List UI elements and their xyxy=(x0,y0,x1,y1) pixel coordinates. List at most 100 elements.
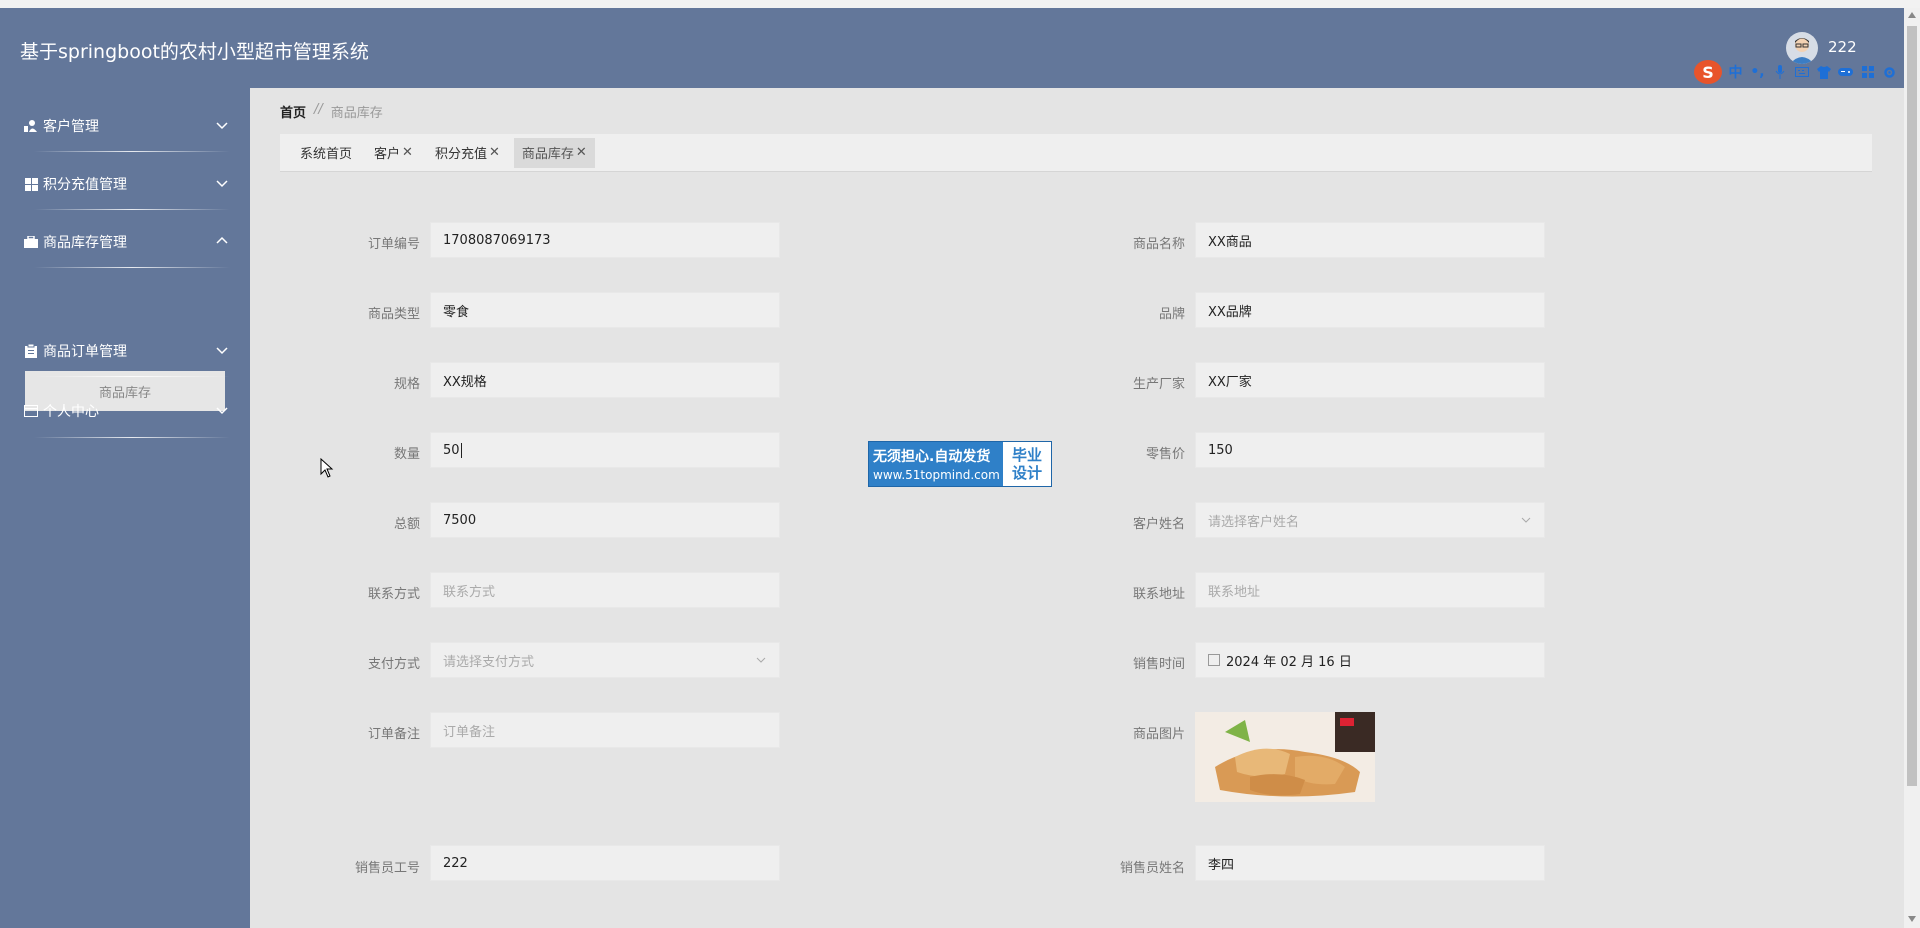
breadcrumb-home[interactable]: 首页 xyxy=(280,102,306,121)
spec-field[interactable]: XX规格 xyxy=(430,362,780,398)
watermark-line1: 无须担心.自动发货 xyxy=(873,449,991,465)
product-name-value: XX商品 xyxy=(1208,234,1252,250)
total-field[interactable]: 7500 xyxy=(430,502,780,538)
order-no-value: 1708087069173 xyxy=(443,232,551,248)
remark-field[interactable]: 订单备注 xyxy=(430,712,780,748)
tab-label: 商品库存 xyxy=(521,147,574,162)
sidebar-item-points[interactable]: 积分充值管理 xyxy=(24,169,230,199)
chevron-down-icon xyxy=(216,180,228,188)
sidebar-item-profile[interactable]: 个人中心 xyxy=(24,396,230,426)
contact-field[interactable]: 联系方式 xyxy=(430,572,780,608)
sale-time-picker[interactable]: 2024 年 02 月 16 日 xyxy=(1195,642,1545,678)
tab-label: 系统首页 xyxy=(300,147,353,162)
quantity-value: 50 xyxy=(443,442,460,458)
manufacturer-field[interactable]: XX厂家 xyxy=(1195,362,1545,398)
retail-price-value: 150 xyxy=(1208,442,1233,458)
browser-top-strip xyxy=(0,0,1920,8)
seller-id-field[interactable]: 222 xyxy=(430,845,780,881)
tab-home[interactable]: 系统首页 xyxy=(292,138,360,168)
address-label: 联系地址 xyxy=(1132,587,1185,602)
seller-name-label: 销售员姓名 xyxy=(1119,861,1185,876)
order-no-field[interactable]: 1708087069173 xyxy=(430,222,780,258)
tab-bar: 系统首页 客户 ✕ 积分充值 ✕ 商品库存 ✕ xyxy=(280,134,1872,172)
payment-select[interactable]: 请选择支付方式 xyxy=(430,642,780,678)
payment-placeholder: 请选择支付方式 xyxy=(443,654,535,670)
sidebar-item-label: 商品订单管理 xyxy=(43,344,127,360)
contact-label: 联系方式 xyxy=(367,587,420,602)
chevron-down-icon xyxy=(1521,517,1531,523)
top-header: 基于springboot的农村小型超市管理系统 222 xyxy=(0,8,1904,88)
breadcrumb-separator: // xyxy=(314,102,323,117)
menu-divider xyxy=(34,151,230,152)
menu-divider xyxy=(34,209,230,210)
sidebar-item-orders[interactable]: 商品订单管理 xyxy=(24,336,230,366)
keyboard-icon[interactable] xyxy=(1793,64,1810,81)
customer-name-select[interactable]: 请选择客户姓名 xyxy=(1195,502,1545,538)
product-image[interactable] xyxy=(1195,712,1375,802)
text-cursor xyxy=(460,442,462,458)
ime-toolbar: S 中 •, xyxy=(1694,60,1898,84)
spec-value: XX规格 xyxy=(443,374,487,390)
sidebar-item-label: 个人中心 xyxy=(43,404,99,420)
close-icon[interactable]: ✕ xyxy=(489,145,500,160)
total-value: 7500 xyxy=(443,512,477,528)
customer-name-label: 客户姓名 xyxy=(1132,517,1185,532)
close-icon[interactable]: ✕ xyxy=(576,145,587,160)
grid-icon xyxy=(24,177,38,191)
chevron-down-icon xyxy=(216,407,228,415)
punctuation-icon[interactable]: •, xyxy=(1749,64,1766,81)
gamepad-icon[interactable] xyxy=(1837,64,1854,81)
ime-logo-icon[interactable]: S xyxy=(1694,60,1722,84)
sidebar-item-customer[interactable]: 客户管理 xyxy=(24,111,230,141)
menu-divider xyxy=(34,376,230,377)
product-name-label: 商品名称 xyxy=(1132,237,1185,252)
brand-value: XX品牌 xyxy=(1208,304,1252,320)
sidebar-item-inventory[interactable]: 商品库存管理 xyxy=(24,227,230,257)
ime-mode-toggle[interactable]: 中 xyxy=(1727,64,1744,81)
page-scrollbar[interactable] xyxy=(1904,8,1920,928)
seller-id-value: 222 xyxy=(443,855,468,871)
manufacturer-label: 生产厂家 xyxy=(1132,377,1185,392)
address-field[interactable]: 联系地址 xyxy=(1195,572,1545,608)
product-type-field[interactable]: 零食 xyxy=(430,292,780,328)
card-icon xyxy=(24,404,38,418)
menu-divider xyxy=(34,437,230,438)
customer-name-placeholder: 请选择客户姓名 xyxy=(1208,514,1300,530)
ime-settings-icon[interactable] xyxy=(1881,64,1898,81)
close-icon[interactable]: ✕ xyxy=(402,145,413,160)
product-type-value: 零食 xyxy=(443,304,470,320)
seller-id-label: 销售员工号 xyxy=(354,861,420,876)
product-name-field[interactable]: XX商品 xyxy=(1195,222,1545,258)
quantity-label: 数量 xyxy=(393,447,420,462)
tab-customer[interactable]: 客户 ✕ xyxy=(366,138,421,168)
retail-price-field[interactable]: 150 xyxy=(1195,432,1545,468)
brand-label: 品牌 xyxy=(1158,307,1185,322)
breadcrumb: 首页 // 商品库存 xyxy=(280,102,383,121)
scroll-thumb[interactable] xyxy=(1907,26,1917,786)
snack-photo-icon xyxy=(1195,712,1375,802)
clipboard-icon xyxy=(24,344,38,358)
quantity-field[interactable]: 50 xyxy=(430,432,780,468)
product-type-label: 商品类型 xyxy=(367,307,420,322)
apps-grid-icon[interactable] xyxy=(1859,64,1876,81)
breadcrumb-current: 商品库存 xyxy=(330,106,383,121)
tab-points[interactable]: 积分充值 ✕ xyxy=(427,138,508,168)
manufacturer-value: XX厂家 xyxy=(1208,374,1252,390)
sale-time-value: 2024 年 02 月 16 日 xyxy=(1226,654,1352,670)
username[interactable]: 222 xyxy=(1828,38,1857,56)
tab-inventory[interactable]: 商品库存 ✕ xyxy=(513,137,595,168)
address-placeholder: 联系地址 xyxy=(1208,584,1261,600)
skin-shirt-icon[interactable] xyxy=(1815,64,1832,81)
chevron-down-icon xyxy=(216,122,228,130)
scroll-down-icon[interactable] xyxy=(1908,916,1916,922)
tab-label: 客户 xyxy=(374,147,401,162)
watermark-banner: 无须担心.自动发货 www.51topmind.com 毕业 设计 xyxy=(868,441,1052,487)
sidebar-item-label: 积分充值管理 xyxy=(43,177,127,193)
briefcase-icon xyxy=(24,235,38,249)
contact-placeholder: 联系方式 xyxy=(443,584,496,600)
microphone-icon[interactable] xyxy=(1771,64,1788,81)
chevron-down-icon xyxy=(756,657,766,663)
scroll-up-icon[interactable] xyxy=(1908,12,1916,18)
seller-name-field[interactable]: 李四 xyxy=(1195,845,1545,881)
brand-field[interactable]: XX品牌 xyxy=(1195,292,1545,328)
